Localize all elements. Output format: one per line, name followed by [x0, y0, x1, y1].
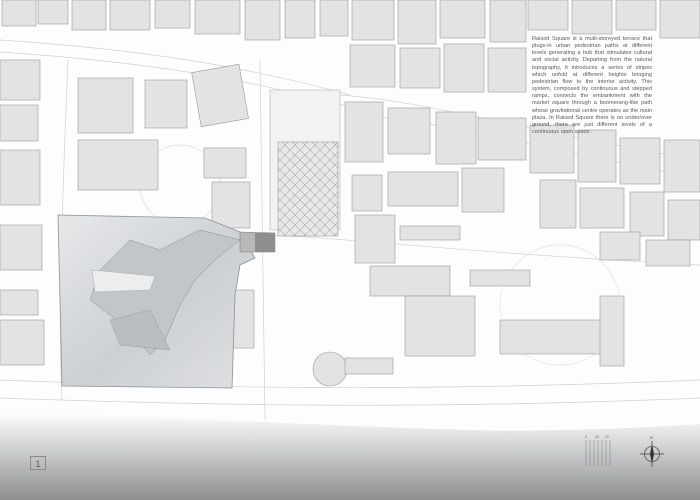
- project-description: Raised Square is a multi-storeyed terrac…: [532, 36, 652, 136]
- scale-label-10: 10: [595, 435, 599, 439]
- compass-label: N: [650, 435, 653, 440]
- scale-label-20: 20: [605, 435, 609, 439]
- scale-label-0: 0: [585, 435, 587, 439]
- page-number: 1: [30, 456, 46, 470]
